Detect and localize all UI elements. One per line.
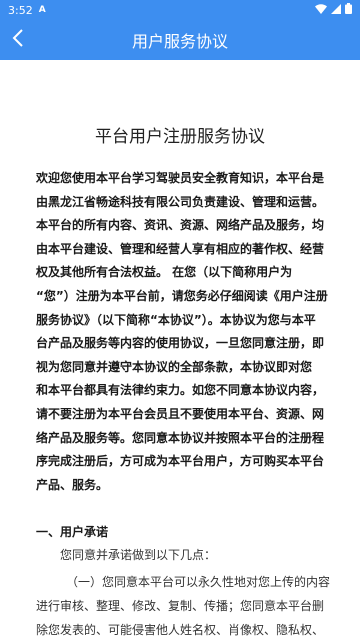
back-button[interactable] [6, 28, 30, 52]
intro-paragraph: 欢迎您使用本平台学习驾驶员安全教育知识，本平台是 由黑龙江省畅途科技有限公司负责… [36, 171, 328, 492]
status-bar: 3:52 A [0, 0, 360, 20]
status-time: 3:52 [8, 3, 33, 17]
page-title: 用户服务协议 [131, 32, 228, 51]
section-heading: 一、用户承诺 [36, 525, 109, 540]
app-bar: 用户服务协议 [0, 20, 360, 60]
chevron-left-icon [11, 28, 25, 52]
battery-icon [345, 3, 352, 17]
document-title: 平台用户注册服务协议 [95, 127, 265, 147]
section-lead: 您同意并承诺做到以下几点： [60, 548, 217, 563]
signal-icon [331, 3, 341, 17]
notification-badge: A [38, 5, 46, 15]
agreement-content[interactable]: 平台用户注册服务协议 欢迎您使用本平台学习驾驶员安全教育知识，本平台是 由黑龙江… [0, 122, 360, 642]
wifi-icon [315, 3, 327, 17]
section-paragraph: （一）您同意本平台可以永久性地对您上传的内容 进行审核、整理、修改、复制、传播；… [36, 575, 331, 637]
